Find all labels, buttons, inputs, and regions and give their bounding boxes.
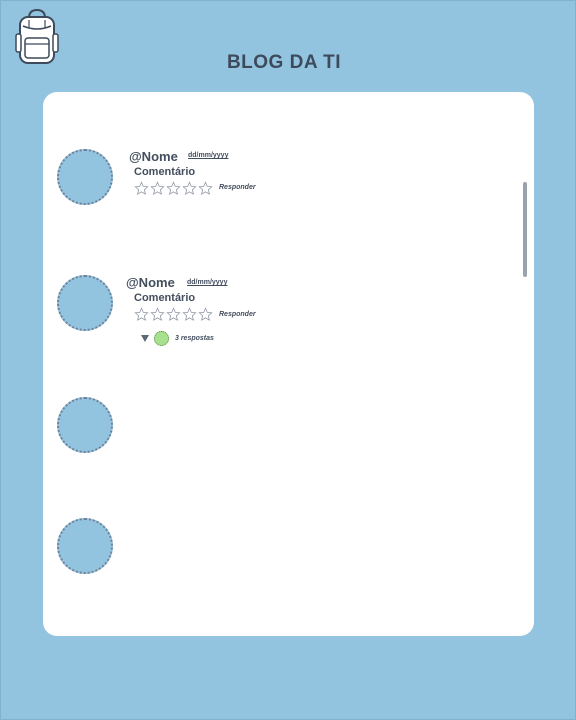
comment-date: dd/mm/yyyy [188,152,229,159]
comment-text: Comentário [134,166,196,178]
avatar[interactable] [57,275,113,331]
avatar[interactable] [57,149,113,205]
reply-button[interactable]: Responder [219,184,256,191]
star-icon[interactable] [182,181,197,196]
star-icon[interactable] [166,307,181,322]
triangle-down-icon[interactable] [141,335,149,342]
star-icon[interactable] [134,307,149,322]
comment-text: Comentário [134,292,196,304]
star-rating[interactable] [134,181,213,196]
star-icon[interactable] [134,181,149,196]
comment-author[interactable]: @Nome [126,275,175,290]
star-icon[interactable] [150,181,165,196]
comment-date: dd/mm/yyyy [187,279,228,286]
page-title: BLOG DA TI [226,52,342,73]
star-icon[interactable] [198,181,213,196]
comment-author[interactable]: @Nome [129,149,178,164]
comments-panel [43,92,534,636]
replies-count[interactable]: 3 respostas [175,335,214,342]
reply-avatar [154,331,169,346]
star-icon[interactable] [150,307,165,322]
replies-toggle[interactable]: 3 respostas [141,331,214,346]
star-rating[interactable] [134,307,213,322]
avatar[interactable] [57,518,113,574]
star-icon[interactable] [182,307,197,322]
avatar[interactable] [57,397,113,453]
star-icon[interactable] [166,181,181,196]
scrollbar[interactable] [523,182,527,277]
star-icon[interactable] [198,307,213,322]
reply-button[interactable]: Responder [219,311,256,318]
